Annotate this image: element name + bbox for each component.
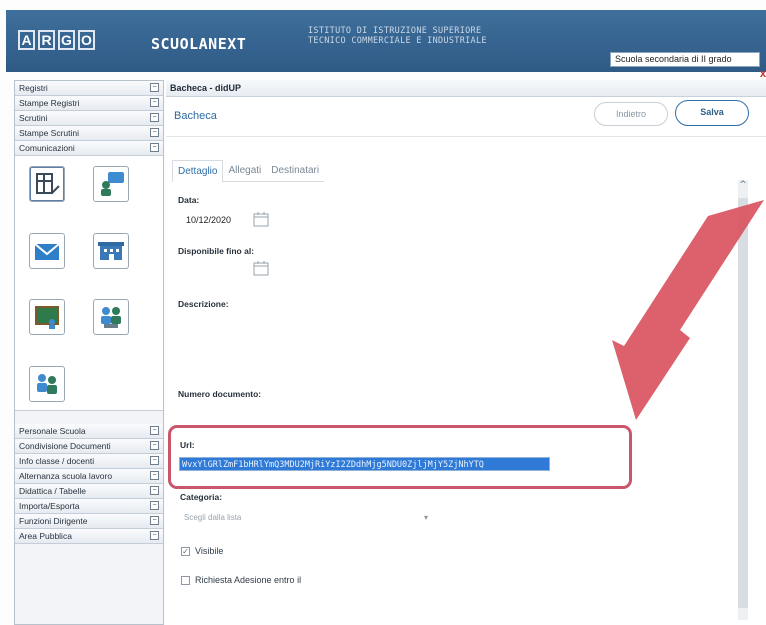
sidebar-item-label: Personale Scuola <box>19 426 86 436</box>
visibile-checkbox[interactable]: ✓ <box>181 546 190 556</box>
visibile-label: Visibile <box>195 546 224 556</box>
adesione-label: Richiesta Adesione entro il <box>195 575 302 585</box>
url-label: Url: <box>180 440 195 450</box>
sidebar-item-label: Stampe Registri <box>19 98 80 108</box>
collapse-icon[interactable]: − <box>150 441 159 450</box>
teachers-group-icon[interactable] <box>29 366 65 402</box>
app-header: A R G O SCUOLANEXT ISTITUTO DI ISTRUZION… <box>6 10 766 72</box>
logo-letter: A <box>18 30 35 50</box>
sidebar: Registri − Stampe Registri − Scrutini − Sta… <box>14 80 164 625</box>
collapse-icon[interactable]: − <box>150 426 159 435</box>
school-building-icon[interactable] <box>93 233 129 269</box>
sidebar-item-label: Didattica / Tabelle <box>19 486 86 496</box>
app-title: SCUOLANEXT <box>151 35 247 53</box>
sidebar-item-alternanza[interactable]: Alternanza scuola lavoro − <box>15 469 163 484</box>
adesione-checkbox[interactable] <box>181 575 190 585</box>
chevron-down-icon[interactable]: ▾ <box>424 510 428 526</box>
tab-dettaglio[interactable]: Dettaglio <box>172 160 224 182</box>
close-icon[interactable]: x <box>760 68 766 80</box>
main-panel: Bacheca - didUP Bacheca Indietro Salva D… <box>166 80 766 625</box>
categoria-label: Categoria: <box>180 492 223 502</box>
data-field[interactable]: 10/12/2020 <box>186 215 231 225</box>
window-title: Bacheca - didUP <box>166 80 766 97</box>
collapse-icon[interactable]: − <box>150 501 159 510</box>
collapse-icon[interactable]: − <box>150 456 159 465</box>
chevron-up-icon[interactable]: ^ <box>736 180 750 192</box>
sidebar-item-label: Importa/Esporta <box>19 501 80 511</box>
collapse-icon[interactable]: − <box>150 83 159 92</box>
school-type-select[interactable]: Scuola secondaria di II grado <box>610 52 760 67</box>
class-board-icon[interactable] <box>29 299 65 335</box>
breadcrumb[interactable]: Bacheca <box>174 110 217 122</box>
sidebar-item-stampe-scrutini[interactable]: Stampe Scrutini − <box>15 126 163 141</box>
data-label: Data: <box>178 195 200 205</box>
school-line-2: TECNICO COMMERCIALE E INDUSTRIALE <box>308 36 487 46</box>
sidebar-item-label: Funzioni Dirigente <box>19 516 88 526</box>
sidebar-item-personale-scuola[interactable]: Personale Scuola − <box>15 424 163 439</box>
tab-destinatari[interactable]: Destinatari <box>266 160 325 182</box>
collapse-icon[interactable]: − <box>150 471 159 480</box>
adesione-row[interactable]: Richiesta Adesione entro il <box>181 575 301 585</box>
sidebar-item-condivisione-documenti[interactable]: Condivisione Documenti − <box>15 439 163 454</box>
meeting-group-icon[interactable] <box>93 299 129 335</box>
sidebar-item-label: Scrutini <box>19 113 48 123</box>
tab-bar: Dettaglio Allegati Destinatari <box>172 160 325 182</box>
sidebar-item-label: Comunicazioni <box>19 143 75 153</box>
categoria-select[interactable]: Scegli dalla lista <box>180 510 430 526</box>
app-window: A R G O SCUOLANEXT ISTITUTO DI ISTRUZION… <box>0 0 766 625</box>
collapse-icon[interactable]: − <box>150 128 159 137</box>
divider <box>166 136 766 137</box>
collapse-icon[interactable]: − <box>150 98 159 107</box>
sidebar-item-label: Stampe Scrutini <box>19 128 79 138</box>
sidebar-item-importa-esporta[interactable]: Importa/Esporta − <box>15 499 163 514</box>
collapse-icon[interactable]: − <box>150 113 159 122</box>
visibile-row[interactable]: ✓ Visibile <box>181 546 223 556</box>
sidebar-item-scrutini[interactable]: Scrutini − <box>15 111 163 126</box>
comunicazioni-icon-grid <box>15 156 163 411</box>
sidebar-item-didattica[interactable]: Didattica / Tabelle − <box>15 484 163 499</box>
logo-letter: O <box>78 30 95 50</box>
sidebar-item-label: Info classe / docenti <box>19 456 95 466</box>
collapse-icon[interactable]: − <box>150 486 159 495</box>
sidebar-item-stampe-registri[interactable]: Stampe Registri − <box>15 96 163 111</box>
bacheca-icon[interactable] <box>29 166 65 202</box>
collapse-icon[interactable]: − <box>150 516 159 525</box>
sidebar-bottom-list: Personale Scuola − Condivisione Documenti… <box>15 424 163 544</box>
messages-icon[interactable] <box>93 166 129 202</box>
sidebar-item-area-pubblica[interactable]: Area Pubblica − <box>15 529 163 544</box>
calendar-icon[interactable] <box>253 211 269 227</box>
descrizione-label: Descrizione: <box>178 299 229 309</box>
sidebar-item-label: Alternanza scuola lavoro <box>19 471 113 481</box>
sidebar-item-label: Registri <box>19 83 48 93</box>
logo-letter: G <box>58 30 75 50</box>
back-button[interactable]: Indietro <box>594 102 668 126</box>
tab-allegati[interactable]: Allegati <box>223 160 267 182</box>
sidebar-item-comunicazioni[interactable]: Comunicazioni − <box>15 141 163 156</box>
school-line-1: ISTITUTO DI ISTRUZIONE SUPERIORE <box>308 26 482 36</box>
mail-icon[interactable] <box>29 233 65 269</box>
sidebar-item-funzioni-dirigente[interactable]: Funzioni Dirigente − <box>15 514 163 529</box>
save-button[interactable]: Salva <box>675 100 749 126</box>
numero-documento-label: Numero documento: <box>178 389 262 399</box>
sidebar-item-registri[interactable]: Registri − <box>15 81 163 96</box>
scrollbar-thumb[interactable] <box>738 198 748 608</box>
sidebar-item-label: Area Pubblica <box>19 531 72 541</box>
collapse-icon[interactable]: − <box>150 143 159 152</box>
sidebar-item-info-classe[interactable]: Info classe / docenti − <box>15 454 163 469</box>
school-name: ISTITUTO DI ISTRUZIONE SUPERIORE TECNICO… <box>308 26 487 46</box>
url-input[interactable]: WvxYlGRlZmF1bHRlYmQ3MDU2MjRiYzI2ZDdhMjg5… <box>179 457 550 471</box>
sidebar-item-label: Condivisione Documenti <box>19 441 111 451</box>
argo-logo: A R G O <box>18 30 95 50</box>
calendar-icon[interactable] <box>253 260 269 276</box>
collapse-icon[interactable]: − <box>150 531 159 540</box>
disponibile-label: Disponibile fino al: <box>178 246 255 256</box>
logo-letter: R <box>38 30 55 50</box>
